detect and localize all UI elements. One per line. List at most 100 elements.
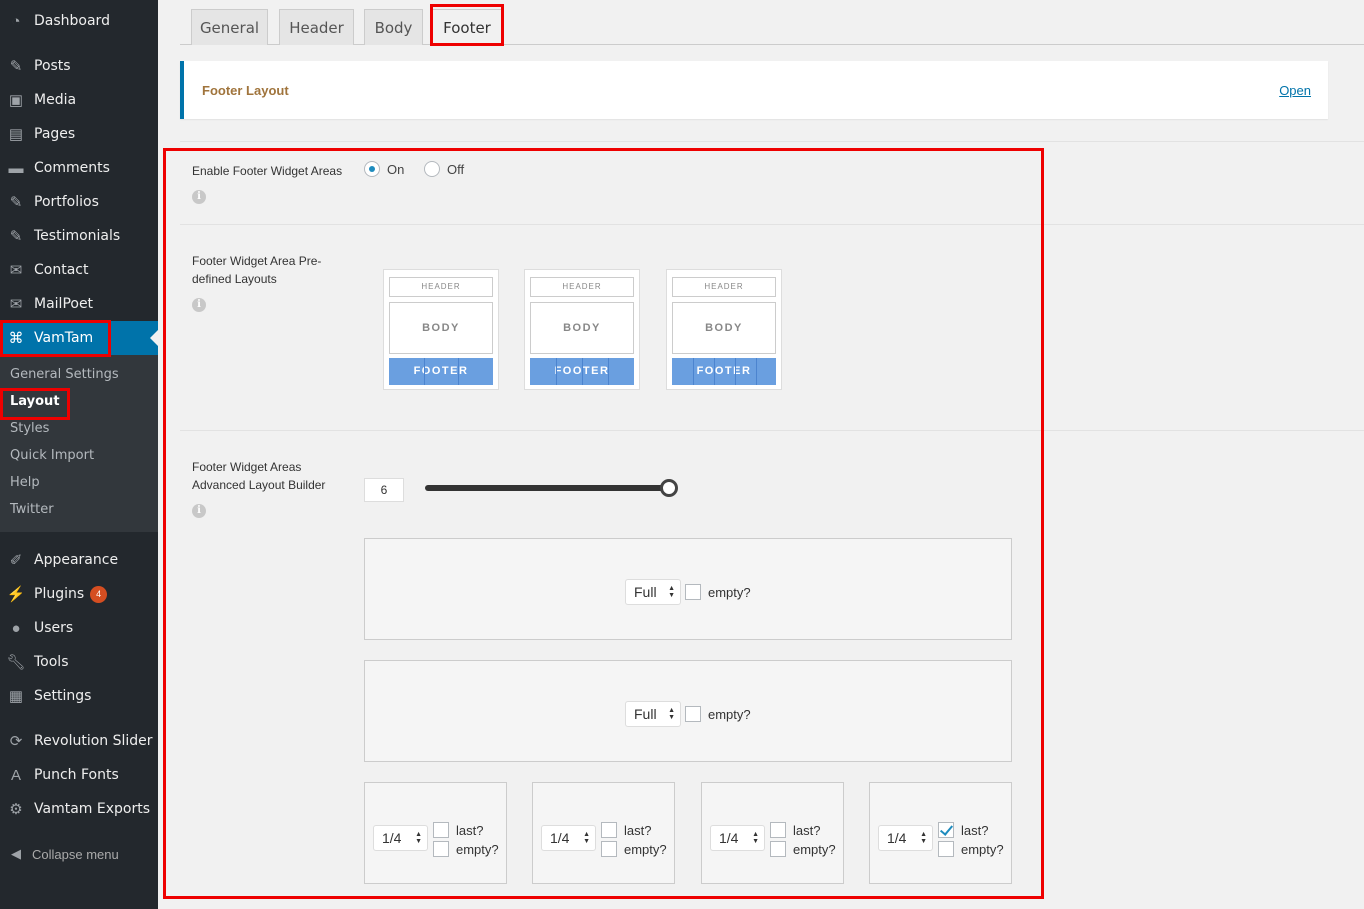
menu-appearance[interactable]: ✐ Appearance [0,543,158,577]
active-arrow [150,330,158,346]
tab-header[interactable]: Header [279,9,354,45]
empty-label: empty? [708,707,751,722]
menu-posts[interactable]: ✎ Posts [0,49,158,83]
info-icon[interactable]: i [192,298,206,312]
menu-media[interactable]: ▣ Media [0,83,158,117]
pin-icon: ✎ [9,58,23,75]
brush-icon: ✐ [9,552,23,569]
width-select[interactable]: 1/4 ▲ ▼ [373,825,428,851]
width-select-value: 1/4 [382,830,402,846]
menu-pages[interactable]: ▤ Pages [0,117,158,151]
last-checkbox[interactable] [433,822,449,838]
empty-checkbox[interactable] [685,584,701,600]
column-divider [693,358,694,385]
menu-label: Dashboard [34,13,110,29]
submenu-quick-import[interactable]: Quick Import [10,448,94,463]
menu-vamtam[interactable]: ⌘ VamTam [0,321,158,355]
info-icon[interactable]: i [192,504,206,518]
menu-settings[interactable]: ▦ Settings [0,679,158,713]
thumb-footer: FOOTER [530,358,634,385]
update-count-badge: 4 [90,585,108,603]
enable-off-radio[interactable] [424,161,440,177]
empty-label: empty? [961,842,1004,857]
column-divider [756,358,757,385]
thumb-footer-label: FOOTER [413,365,469,377]
menu-label: Vamtam Exports [34,801,150,817]
width-select[interactable]: 1/4 ▲ ▼ [710,825,765,851]
menu-portfolios[interactable]: ✎ Portfolios [0,185,158,219]
empty-checkbox[interactable] [433,841,449,857]
menu-label: Portfolios [34,194,99,210]
thumb-body: BODY [672,302,776,354]
menu-label: Users [34,620,74,636]
menu-plugins[interactable]: ⚡ Plugins 4 [0,577,158,611]
info-icon[interactable]: i [192,190,206,204]
tab-body[interactable]: Body [364,9,423,45]
advanced-builder-label: Footer Widget Areas Advanced Layout Buil… [192,460,326,492]
select-arrows-icon: ▲ ▼ [668,585,675,599]
menu-tools[interactable]: 🔧︎ Tools [0,645,158,679]
last-checkbox[interactable] [601,822,617,838]
menu-dashboard[interactable]: ◔ Dashboard [0,4,158,38]
user-icon: ● [11,619,21,637]
select-arrows-icon: ▲ ▼ [583,831,590,845]
submenu-styles[interactable]: Styles [10,421,49,436]
tab-footer[interactable]: Footer [432,9,502,45]
dashboard-icon: ◔ [11,12,21,30]
command-icon: ⌘ [8,330,24,347]
menu-vamtam-exports[interactable]: ⚙ Vamtam Exports [0,792,158,826]
menu-revolution-slider[interactable]: ⟳ Revolution Slider [0,724,158,758]
width-select-value: Full [634,584,657,600]
section-open-link[interactable]: Open [1279,83,1311,98]
layout-thumbnail[interactable]: HEADER BODY FOOTER [383,269,499,390]
widget-area-column: 1/4 ▲ ▼ last? empty? [701,782,844,884]
empty-checkbox[interactable] [601,841,617,857]
width-select[interactable]: 1/4 ▲ ▼ [878,825,933,851]
column-count-input[interactable]: 6 [364,478,404,502]
tab-general[interactable]: General [191,9,268,45]
layout-thumbnail[interactable]: HEADER BODY FOOTER [524,269,640,390]
enable-on-radio[interactable] [364,161,380,177]
collapse-menu[interactable]: ◀ Collapse menu [0,842,119,866]
column-divider [608,358,609,385]
menu-label: Pages [34,126,76,142]
widget-area-row: Full ▲ ▼ empty? [364,538,1012,640]
menu-comments[interactable]: ▬ Comments [0,151,158,185]
empty-checkbox[interactable] [685,706,701,722]
width-select-value: Full [634,706,657,722]
empty-checkbox[interactable] [938,841,954,857]
column-divider [735,358,736,385]
thumb-footer-label: FOOTER [696,365,752,377]
refresh-icon: ⟳ [9,733,23,750]
width-select-value: 1/4 [719,830,739,846]
menu-punch-fonts[interactable]: A Punch Fonts [0,758,158,792]
layout-thumbnail[interactable]: HEADER BODY FOOTER [666,269,782,390]
menu-contact[interactable]: ✉ Contact [0,253,158,287]
thumb-header: HEADER [530,277,634,297]
menu-users[interactable]: ● Users [0,611,158,645]
submenu-layout[interactable]: Layout [10,394,60,409]
menu-label: Media [34,92,77,108]
width-select[interactable]: Full ▲ ▼ [625,701,681,727]
last-checkbox[interactable] [938,822,954,838]
menu-label: Settings [34,688,92,704]
admin-sidebar: ◔ Dashboard ✎ Posts ▣ Media ▤ Pages ▬ Co… [0,0,158,909]
column-count-slider-handle[interactable] [660,479,678,497]
enable-off-label: Off [447,162,465,177]
menu-label: Posts [34,58,71,74]
tab-baseline [180,44,1364,45]
width-select[interactable]: 1/4 ▲ ▼ [541,825,596,851]
column-count-slider-track[interactable] [425,485,669,491]
submenu-twitter[interactable]: Twitter [10,502,54,517]
last-checkbox[interactable] [770,822,786,838]
empty-checkbox[interactable] [770,841,786,857]
select-arrows-icon: ▲ ▼ [668,707,675,721]
width-select[interactable]: Full ▲ ▼ [625,579,681,605]
submenu-help[interactable]: Help [10,475,40,490]
submenu-general-settings[interactable]: General Settings [10,367,119,382]
pages-icon: ▤ [8,126,24,143]
last-label: last? [624,823,652,838]
menu-mailpoet[interactable]: ✉ MailPoet [0,287,158,321]
menu-testimonials[interactable]: ✎ Testimonials [0,219,158,253]
media-icon: ▣ [8,92,24,109]
